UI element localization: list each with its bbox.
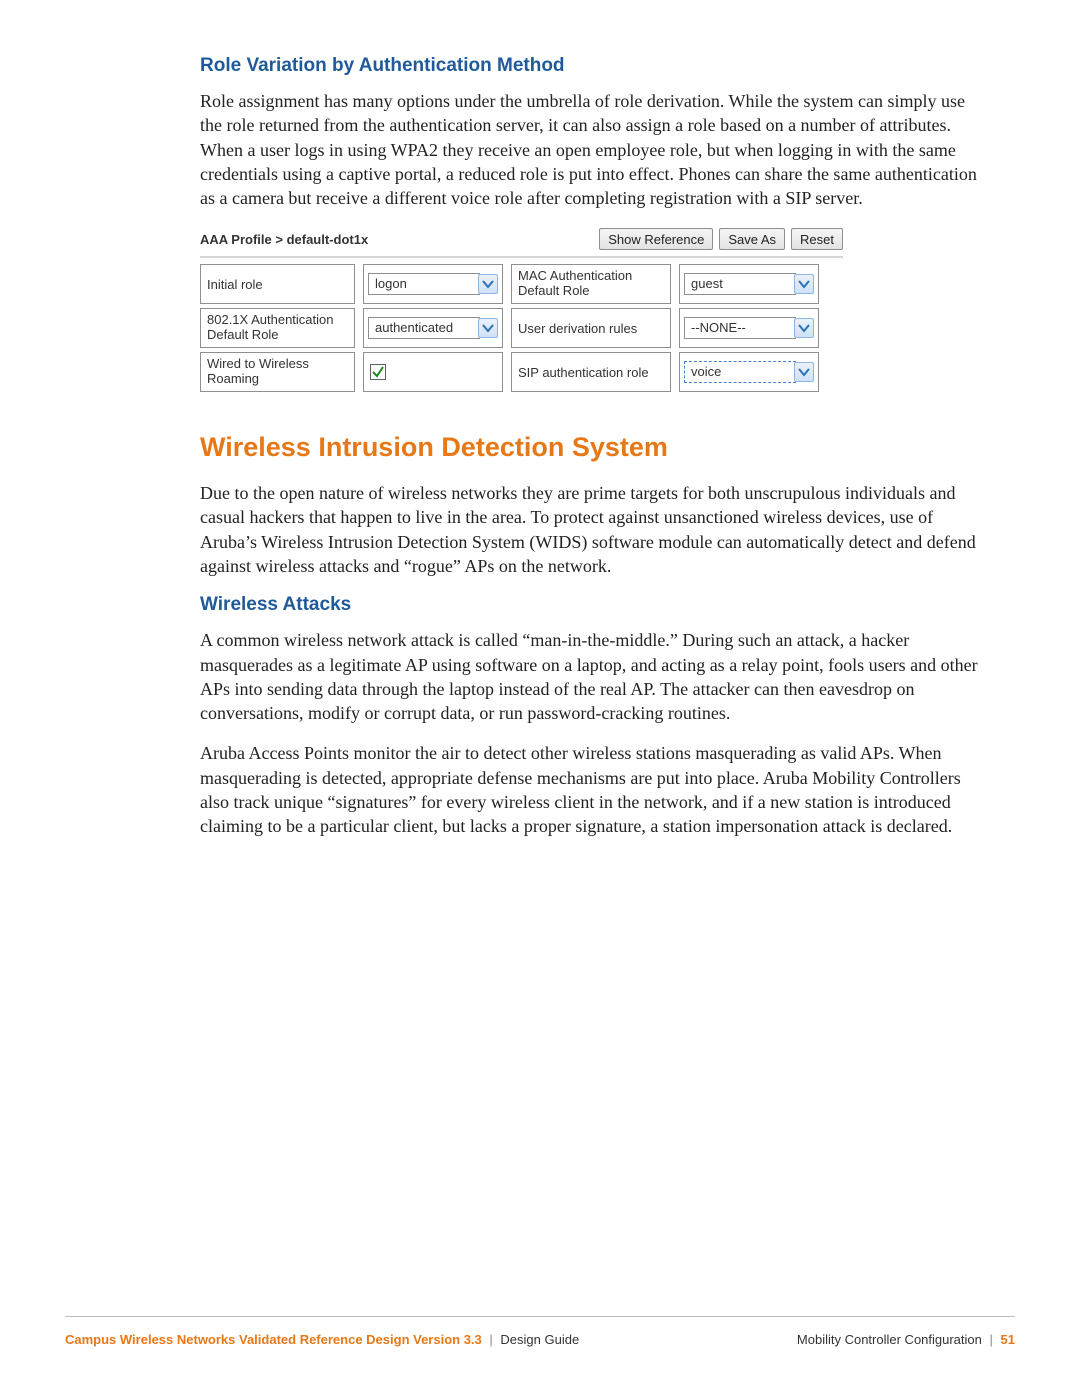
show-reference-button[interactable]: Show Reference [599, 228, 713, 250]
select-value: guest [684, 273, 796, 295]
panel-title: AAA Profile > default-dot1x [200, 232, 368, 247]
subheading-wireless-attacks: Wireless Attacks [200, 594, 985, 616]
select-value: authenticated [368, 317, 480, 339]
page-footer: Campus Wireless Networks Validated Refer… [65, 1332, 1015, 1347]
select-initial-role[interactable]: logon [363, 264, 503, 304]
label-8021x-auth-default-role: 802.1X Authentication Default Role [200, 308, 355, 348]
label-mac-auth-default-role: MAC Authentication Default Role [511, 264, 671, 304]
label-initial-role: Initial role [200, 264, 355, 304]
select-mac-auth-default-role[interactable]: guest [679, 264, 819, 304]
footer-doc-subtitle: Design Guide [500, 1332, 579, 1347]
chevron-down-icon [794, 318, 814, 338]
chevron-down-icon [478, 274, 498, 294]
footer-chapter: Mobility Controller Configuration [797, 1332, 982, 1347]
select-sip-authentication-role[interactable]: voice [679, 352, 819, 392]
footer-rule [65, 1316, 1015, 1317]
label-wired-to-wireless-roaming: Wired to Wireless Roaming [200, 352, 355, 392]
paragraph-wireless-attacks-2: Aruba Access Points monitor the air to d… [200, 741, 985, 838]
select-8021x-auth-default-role[interactable]: authenticated [363, 308, 503, 348]
chevron-down-icon [478, 318, 498, 338]
reset-button[interactable]: Reset [791, 228, 843, 250]
chevron-down-icon [794, 362, 814, 382]
footer-separator: | [485, 1332, 496, 1347]
footer-page-number: 51 [1001, 1332, 1015, 1347]
paragraph-wireless-attacks-1: A common wireless network attack is call… [200, 628, 985, 725]
footer-separator: | [986, 1332, 997, 1347]
checkbox-wired-to-wireless-roaming[interactable] [363, 352, 503, 392]
label-user-derivation-rules: User derivation rules [511, 308, 671, 348]
select-value: --NONE-- [684, 317, 796, 339]
label-sip-authentication-role: SIP authentication role [511, 352, 671, 392]
select-value: logon [368, 273, 480, 295]
aaa-profile-panel: AAA Profile > default-dot1x Show Referen… [200, 226, 843, 392]
save-as-button[interactable]: Save As [719, 228, 785, 250]
check-icon [370, 364, 386, 380]
paragraph-role-variation: Role assignment has many options under t… [200, 89, 985, 210]
heading-wids: Wireless Intrusion Detection System [200, 432, 985, 463]
paragraph-wids: Due to the open nature of wireless netwo… [200, 481, 985, 578]
select-value: voice [684, 361, 796, 383]
select-user-derivation-rules[interactable]: --NONE-- [679, 308, 819, 348]
footer-doc-title: Campus Wireless Networks Validated Refer… [65, 1332, 482, 1347]
chevron-down-icon [794, 274, 814, 294]
subheading-role-variation: Role Variation by Authentication Method [200, 55, 985, 77]
